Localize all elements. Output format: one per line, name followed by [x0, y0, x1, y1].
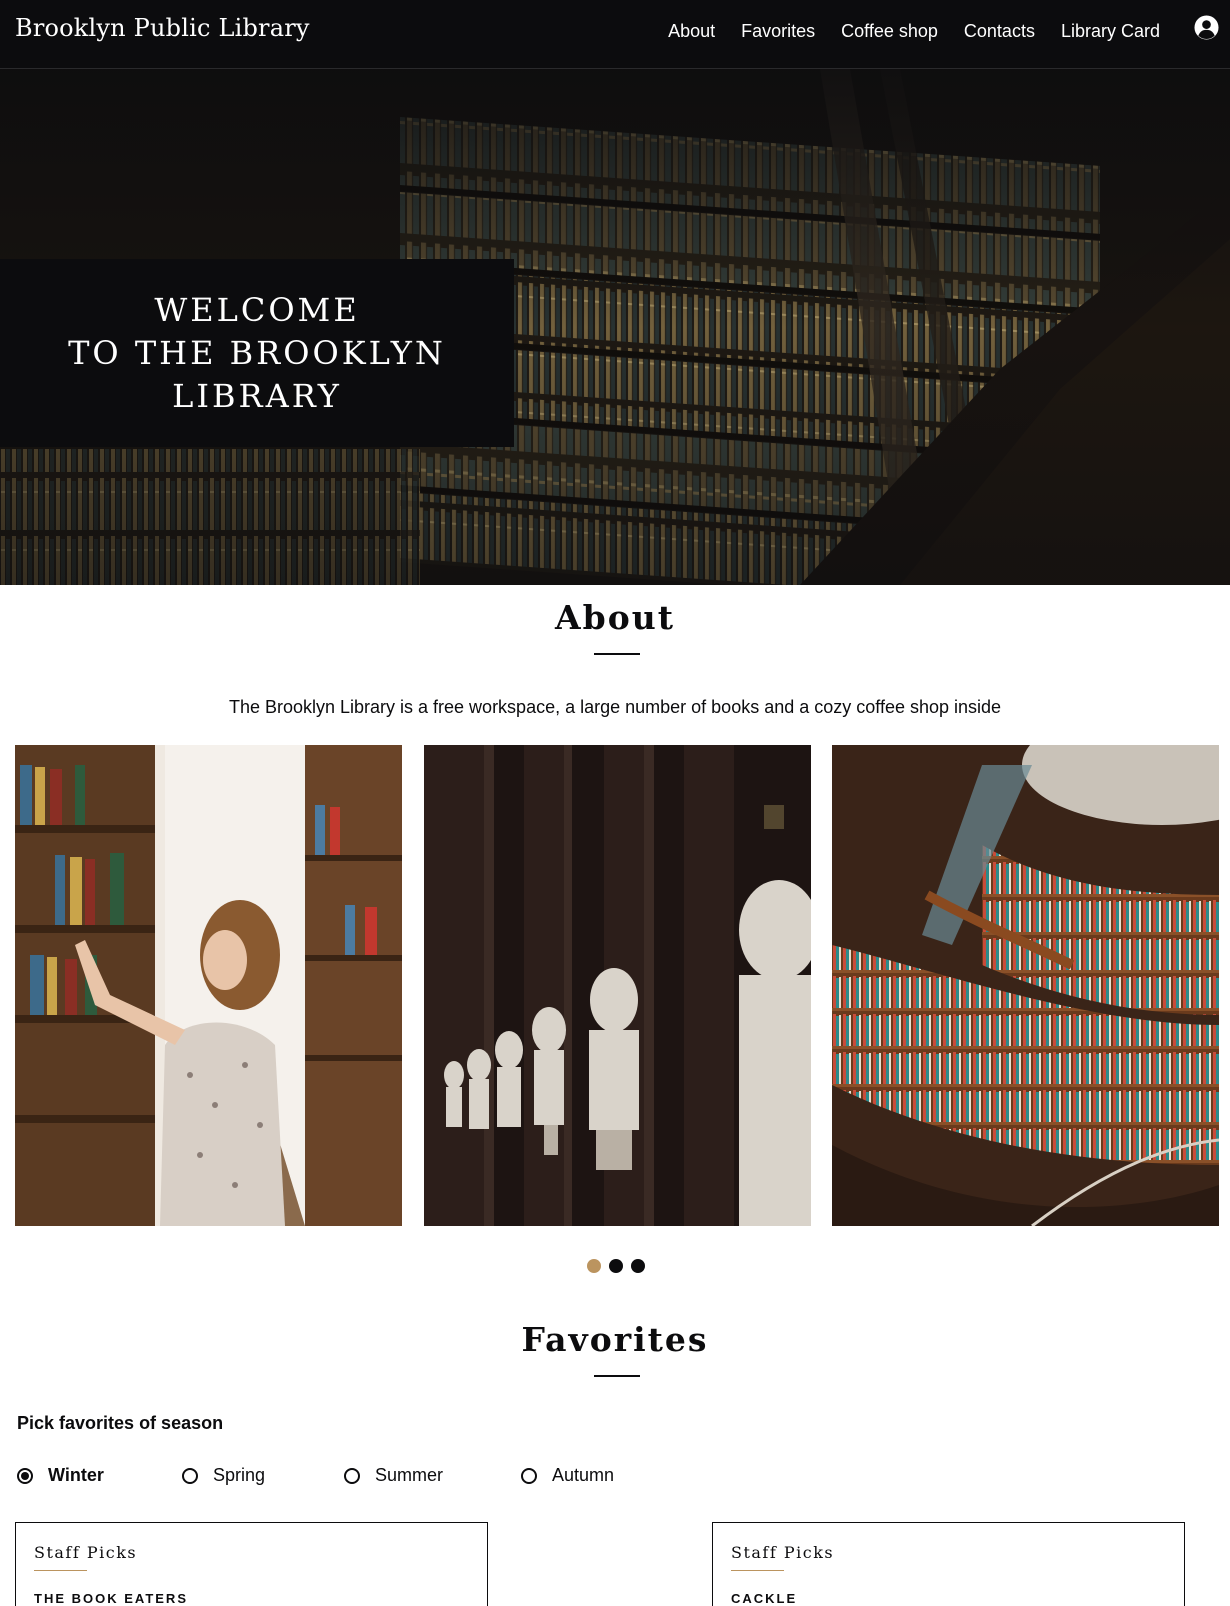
- main-nav: About Favorites Coffee shop Contacts Lib…: [668, 21, 1160, 42]
- book-title: CACKLE: [731, 1591, 798, 1606]
- slider-dot-3[interactable]: [631, 1259, 645, 1273]
- radio-button[interactable]: [17, 1467, 33, 1484]
- nav-link-favorites[interactable]: Favorites: [741, 21, 815, 42]
- season-label: Autumn: [552, 1465, 615, 1485]
- favorites-title-underline: [594, 1375, 640, 1377]
- about-description: The Brooklyn Library is a free workspace…: [228, 697, 1002, 717]
- site-logo[interactable]: Brooklyn Public Library: [15, 14, 310, 42]
- card-label: Staff Picks: [34, 1543, 138, 1562]
- card-label-underline: [34, 1570, 87, 1571]
- marble-busts-hall-image: [424, 745, 811, 1226]
- about-title: About: [555, 598, 675, 637]
- season-radio-winter[interactable]: Winter: [17, 1465, 104, 1486]
- nav-link-about[interactable]: About: [668, 21, 715, 42]
- favorites-title: Favorites: [521, 1320, 709, 1359]
- site-header: Brooklyn Public Library About Favorites …: [0, 0, 1230, 69]
- nav-link-coffee-shop[interactable]: Coffee shop: [841, 21, 938, 42]
- card-label: Staff Picks: [731, 1543, 835, 1562]
- user-circle-icon[interactable]: [1194, 15, 1219, 40]
- season-radio-summer[interactable]: Summer: [344, 1465, 443, 1486]
- season-label: Summer: [375, 1465, 444, 1485]
- radio-button[interactable]: [344, 1467, 360, 1484]
- hero-section: WELCOME TO THE BROOKLYN LIBRARY: [0, 69, 1230, 585]
- book-card: Staff Picks THE BOOK EATERS: [15, 1522, 488, 1606]
- welcome-heading: WELCOME TO THE BROOKLYN LIBRARY: [68, 290, 446, 415]
- woman-browsing-bookshelf-image: [15, 745, 402, 1226]
- about-slider-dots: [587, 1259, 645, 1273]
- card-label-underline: [731, 1570, 784, 1571]
- slider-dot-2[interactable]: [609, 1259, 623, 1273]
- season-label: Spring: [213, 1465, 266, 1485]
- about-title-underline: [594, 653, 640, 655]
- book-title: THE BOOK EATERS: [34, 1591, 188, 1606]
- pick-season-label: Pick favorites of season: [17, 1413, 224, 1433]
- nav-link-library-card[interactable]: Library Card: [1061, 21, 1160, 42]
- season-label: Winter: [48, 1465, 104, 1485]
- radio-button[interactable]: [521, 1467, 537, 1484]
- season-radio-spring[interactable]: Spring: [182, 1465, 265, 1486]
- welcome-banner: WELCOME TO THE BROOKLYN LIBRARY: [0, 259, 514, 447]
- curved-library-shelves-image: [832, 745, 1219, 1226]
- slider-dot-1[interactable]: [587, 1259, 601, 1273]
- book-card: Staff Picks CACKLE: [712, 1522, 1185, 1606]
- season-radio-autumn[interactable]: Autumn: [521, 1465, 614, 1486]
- radio-button[interactable]: [182, 1467, 198, 1484]
- nav-link-contacts[interactable]: Contacts: [964, 21, 1035, 42]
